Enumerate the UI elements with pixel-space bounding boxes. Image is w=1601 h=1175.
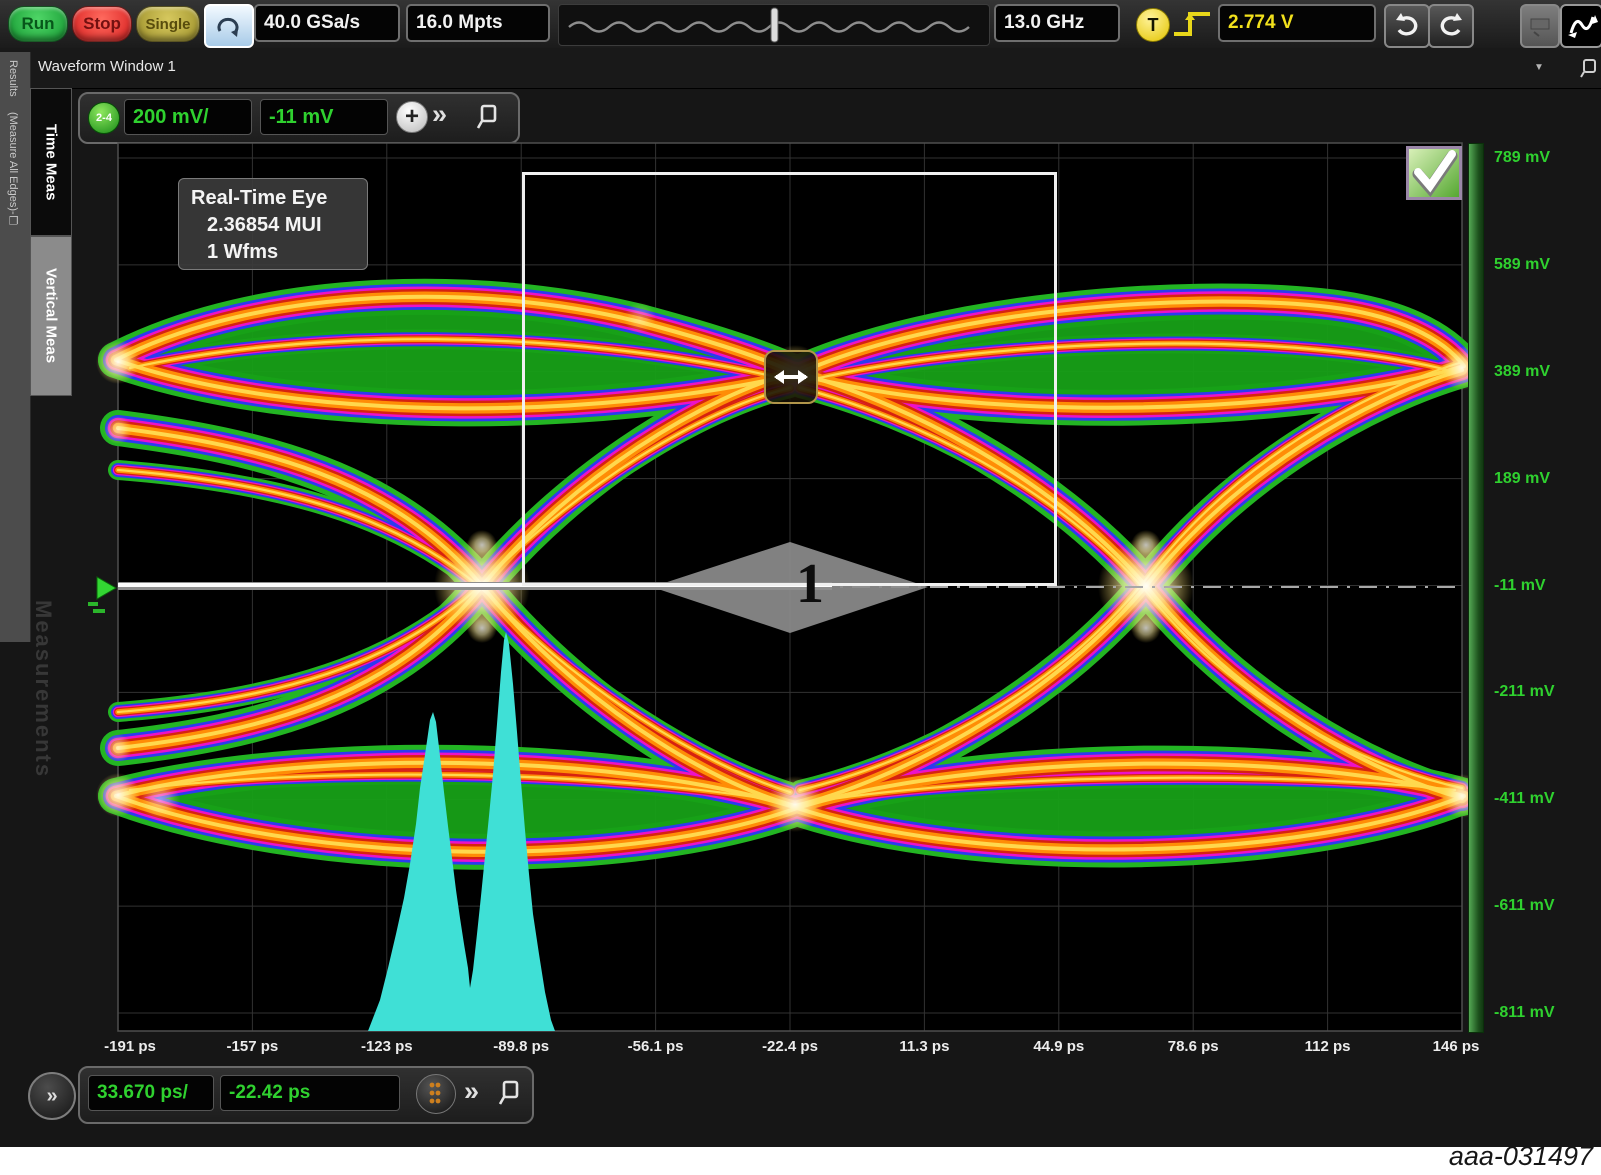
horizontal-drag-handle[interactable] bbox=[764, 350, 818, 404]
x-tick-label: -157 ps bbox=[227, 1038, 279, 1055]
x-tick-label: -89.8 ps bbox=[493, 1038, 549, 1055]
marker-1-label[interactable]: 1 bbox=[796, 556, 840, 620]
y-tick-label: -611 mV bbox=[1494, 897, 1554, 915]
eye-info-title: Real-Time Eye bbox=[191, 185, 367, 212]
eye-info-readout: Real-Time Eye 2.36854 MUI 1 Wfms bbox=[178, 178, 368, 270]
x-tick-label: -191 ps bbox=[104, 1038, 156, 1055]
y-tick-label: -411 mV bbox=[1494, 790, 1554, 808]
x-tick-label: 112 ps bbox=[1305, 1038, 1351, 1055]
y-tick-label: -811 mV bbox=[1494, 1004, 1554, 1022]
y-tick-label: -11 mV bbox=[1494, 577, 1546, 595]
y-tick-label: 189 mV bbox=[1494, 470, 1550, 488]
horizontal-position-field[interactable]: -22.42 ps bbox=[220, 1075, 400, 1111]
oscilloscope-window: Run Stop Single 40.0 GSa/s 16.0 Mpts 13.… bbox=[0, 0, 1601, 1147]
x-tick-label: -123 ps bbox=[361, 1038, 413, 1055]
y-tick-label: 589 mV bbox=[1494, 256, 1550, 274]
x-tick-label: 11.3 ps bbox=[899, 1038, 949, 1055]
horizontal-scale-bar: 33.670 ps/ -22.42 ps » bbox=[78, 1066, 534, 1124]
chevrons-icon: » bbox=[46, 1085, 57, 1108]
y-tick-label: -211 mV bbox=[1494, 683, 1554, 701]
pin-icon[interactable] bbox=[498, 1080, 520, 1106]
figure-caption: aaa-031497 bbox=[1449, 1141, 1593, 1172]
y-tick-label: 789 mV bbox=[1494, 149, 1550, 167]
x-tick-label: 146 ps bbox=[1433, 1038, 1480, 1055]
expand-results-button[interactable]: » bbox=[28, 1072, 76, 1120]
x-tick-label: 44.9 ps bbox=[1033, 1038, 1084, 1055]
expand-chevrons-icon[interactable]: » bbox=[464, 1078, 479, 1105]
horizontal-scale-field[interactable]: 33.670 ps/ bbox=[88, 1075, 214, 1111]
eye-info-wfms: 1 Wfms bbox=[207, 239, 367, 266]
horizontal-knob-icon[interactable] bbox=[416, 1074, 456, 1114]
y-tick-label: 389 mV bbox=[1494, 363, 1550, 381]
eye-info-mui: 2.36854 MUI bbox=[207, 212, 367, 239]
vertical-scale-strip[interactable] bbox=[1468, 143, 1484, 1033]
display-checkbox[interactable] bbox=[1406, 146, 1462, 200]
x-tick-label: -56.1 ps bbox=[628, 1038, 684, 1055]
checkmark-icon bbox=[1408, 148, 1460, 198]
screenshot-root: Run Stop Single 40.0 GSa/s 16.0 Mpts 13.… bbox=[0, 0, 1601, 1175]
x-tick-label: 78.6 ps bbox=[1168, 1038, 1219, 1055]
x-tick-label: -22.4 ps bbox=[762, 1038, 818, 1055]
horizontal-arrow-icon bbox=[768, 366, 814, 388]
